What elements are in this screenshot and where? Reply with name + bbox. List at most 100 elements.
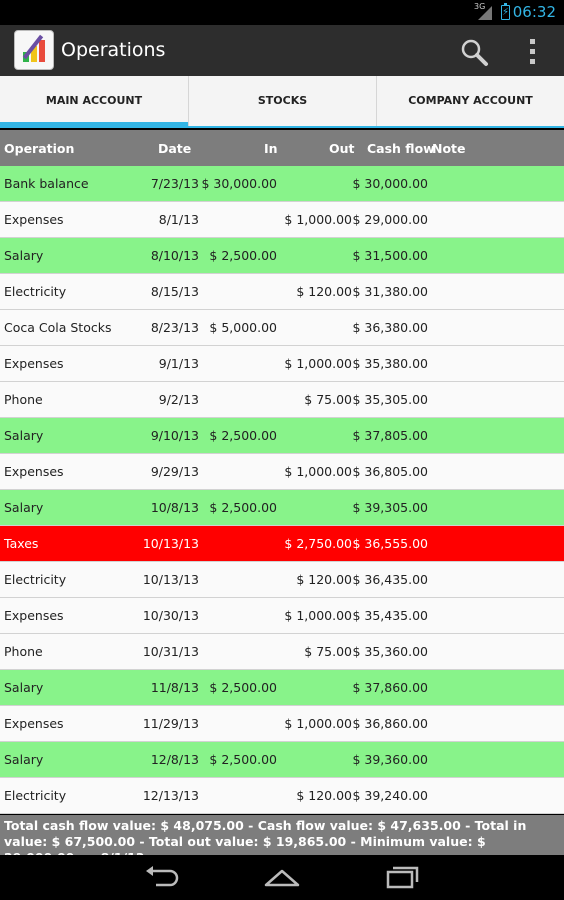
cell-date: 8/15/13 <box>150 284 199 299</box>
cell-operation: Phone <box>4 644 43 659</box>
tab-stocks[interactable]: STOCKS <box>188 76 376 126</box>
table-row[interactable]: Salary 8/10/13 $ 2,500.00 $ 31,500.00 <box>0 238 564 274</box>
cell-date: 10/31/13 <box>142 644 199 659</box>
app-logo-icon[interactable] <box>14 30 54 70</box>
cell-in: $ 2,500.00 <box>209 428 277 443</box>
search-icon[interactable] <box>459 37 489 67</box>
header-out[interactable]: Out <box>329 141 355 156</box>
cell-cash-flow: $ 36,805.00 <box>352 464 428 479</box>
header-cash-flow[interactable]: Cash flow <box>367 141 435 156</box>
table-row[interactable]: Electricity 8/15/13 $ 120.00 $ 31,380.00 <box>0 274 564 310</box>
cell-operation: Electricity <box>4 284 67 299</box>
table-row[interactable]: Phone 10/31/13 $ 75.00 $ 35,360.00 <box>0 634 564 670</box>
cell-operation: Salary <box>4 752 44 767</box>
cell-cash-flow: $ 39,305.00 <box>352 500 428 515</box>
cell-date: 8/23/13 <box>150 320 199 335</box>
cell-operation: Salary <box>4 680 44 695</box>
cell-cash-flow: $ 37,805.00 <box>352 428 428 443</box>
cell-date: 10/8/13 <box>150 500 199 515</box>
cell-date: 8/10/13 <box>150 248 199 263</box>
cell-cash-flow: $ 31,500.00 <box>352 248 428 263</box>
table-row[interactable]: Expenses 9/29/13 $ 1,000.00 $ 36,805.00 <box>0 454 564 490</box>
header-in[interactable]: In <box>264 141 278 156</box>
cell-in: $ 2,500.00 <box>209 248 277 263</box>
cell-operation: Bank balance <box>4 176 89 191</box>
cell-date: 11/8/13 <box>150 680 199 695</box>
cell-operation: Salary <box>4 248 44 263</box>
home-icon[interactable] <box>262 865 302 889</box>
table-row[interactable]: Bank balance 7/23/13 $ 30,000.00 $ 30,00… <box>0 166 564 202</box>
cell-operation: Expenses <box>4 212 64 227</box>
cell-date: 9/29/13 <box>150 464 199 479</box>
tab-company-account[interactable]: COMPANY ACCOUNT <box>376 76 564 126</box>
cell-operation: Expenses <box>4 716 64 731</box>
table-row[interactable]: Salary 10/8/13 $ 2,500.00 $ 39,305.00 <box>0 490 564 526</box>
cell-out: $ 120.00 <box>296 572 352 587</box>
cell-cash-flow: $ 39,240.00 <box>352 788 428 803</box>
cell-operation: Salary <box>4 428 44 443</box>
cell-operation: Taxes <box>4 536 39 551</box>
cell-operation: Expenses <box>4 356 64 371</box>
table-row[interactable]: Salary 11/8/13 $ 2,500.00 $ 37,860.00 <box>0 670 564 706</box>
signal-icon: 3G <box>474 2 492 20</box>
cell-out: $ 1,000.00 <box>284 464 352 479</box>
cell-out: $ 1,000.00 <box>284 212 352 227</box>
cell-date: 12/13/13 <box>142 788 199 803</box>
table-row[interactable]: Electricity 10/13/13 $ 120.00 $ 36,435.0… <box>0 562 564 598</box>
cell-out: $ 1,000.00 <box>284 716 352 731</box>
battery-icon: ⚡ <box>501 3 510 20</box>
cell-out: $ 2,750.00 <box>284 536 352 551</box>
table-row[interactable]: Expenses 10/30/13 $ 1,000.00 $ 35,435.00 <box>0 598 564 634</box>
cell-in: $ 2,500.00 <box>209 500 277 515</box>
header-date[interactable]: Date <box>158 141 191 156</box>
table-row[interactable]: Expenses 11/29/13 $ 1,000.00 $ 36,860.00 <box>0 706 564 742</box>
cell-date: 9/10/13 <box>150 428 199 443</box>
cell-date: 9/1/13 <box>158 356 199 371</box>
cell-date: 10/13/13 <box>142 572 199 587</box>
table-row[interactable]: Taxes 10/13/13 $ 2,750.00 $ 36,555.00 <box>0 526 564 562</box>
header-note[interactable]: Note <box>432 141 466 156</box>
table-row[interactable]: Expenses 9/1/13 $ 1,000.00 $ 35,380.00 <box>0 346 564 382</box>
clock: 06:32 <box>512 3 556 21</box>
cell-operation: Expenses <box>4 464 64 479</box>
cell-in: $ 5,000.00 <box>209 320 277 335</box>
table-row[interactable]: Coca Cola Stocks 8/23/13 $ 5,000.00 $ 36… <box>0 310 564 346</box>
cell-date: 10/13/13 <box>142 536 199 551</box>
cell-cash-flow: $ 35,360.00 <box>352 644 428 659</box>
cell-date: 8/1/13 <box>158 212 199 227</box>
cell-in: $ 2,500.00 <box>209 752 277 767</box>
cell-date: 9/2/13 <box>158 392 199 407</box>
cell-cash-flow: $ 35,435.00 <box>352 608 428 623</box>
cell-in: $ 30,000.00 <box>201 176 277 191</box>
header-operation[interactable]: Operation <box>4 141 74 156</box>
status-bar: 3G ⚡ 06:32 <box>0 0 564 25</box>
page-title: Operations <box>61 39 166 61</box>
cell-out: $ 1,000.00 <box>284 356 352 371</box>
table-header: Operation Date In Out Cash flow Note <box>0 130 564 166</box>
table-row[interactable]: Expenses 8/1/13 $ 1,000.00 $ 29,000.00 <box>0 202 564 238</box>
system-nav-bar <box>0 855 564 900</box>
tab-bar: MAIN ACCOUNT STOCKS COMPANY ACCOUNT <box>0 76 564 128</box>
cell-cash-flow: $ 31,380.00 <box>352 284 428 299</box>
cell-out: $ 75.00 <box>304 644 352 659</box>
cell-cash-flow: $ 30,000.00 <box>352 176 428 191</box>
cell-operation: Salary <box>4 500 44 515</box>
table-row[interactable]: Electricity 12/13/13 $ 120.00 $ 39,240.0… <box>0 778 564 814</box>
table-row[interactable]: Salary 9/10/13 $ 2,500.00 $ 37,805.00 <box>0 418 564 454</box>
cell-out: $ 75.00 <box>304 392 352 407</box>
overflow-menu-icon[interactable] <box>524 37 540 65</box>
tab-main-account[interactable]: MAIN ACCOUNT <box>0 76 188 128</box>
cell-out: $ 120.00 <box>296 788 352 803</box>
action-bar: Operations <box>0 25 564 76</box>
cell-date: 10/30/13 <box>142 608 199 623</box>
cell-cash-flow: $ 39,360.00 <box>352 752 428 767</box>
cell-out: $ 1,000.00 <box>284 608 352 623</box>
cell-date: 12/8/13 <box>150 752 199 767</box>
summary-footer: Total cash flow value: $ 48,075.00 - Cas… <box>0 815 564 865</box>
recents-icon[interactable] <box>382 865 422 889</box>
table-row[interactable]: Phone 9/2/13 $ 75.00 $ 35,305.00 <box>0 382 564 418</box>
table-row[interactable]: Salary 12/8/13 $ 2,500.00 $ 39,360.00 <box>0 742 564 778</box>
cell-operation: Coca Cola Stocks <box>4 320 112 335</box>
back-icon[interactable] <box>142 865 182 889</box>
cell-in: $ 2,500.00 <box>209 680 277 695</box>
